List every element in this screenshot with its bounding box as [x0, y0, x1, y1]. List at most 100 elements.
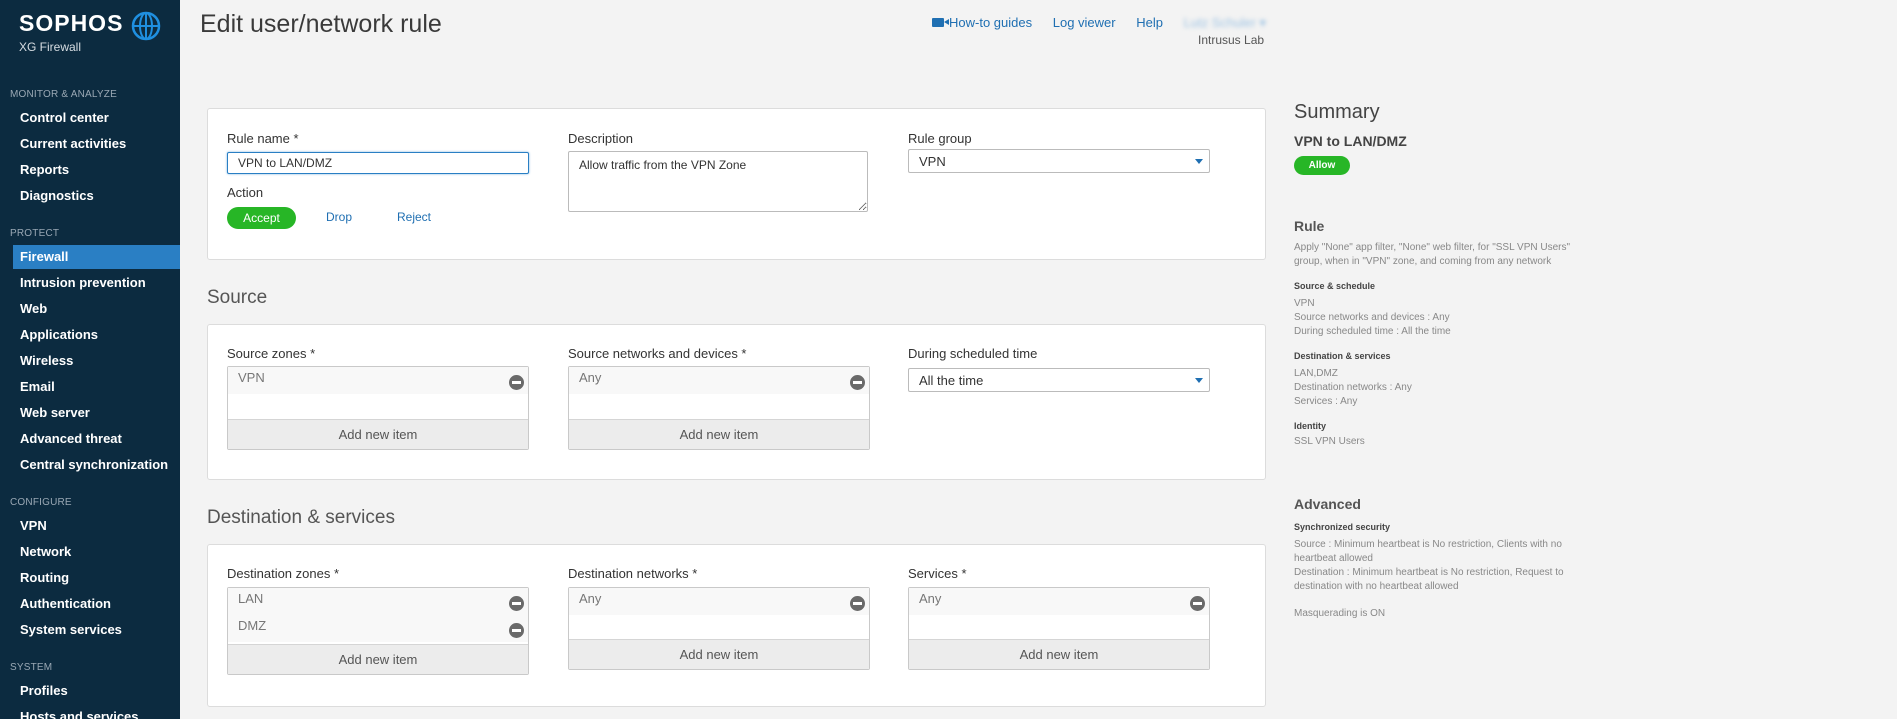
video-icon — [932, 18, 949, 28]
nav-wireless[interactable]: Wireless — [13, 349, 180, 373]
sidebar: SOPHOS XG Firewall MONITOR & ANALYZE Con… — [0, 0, 180, 719]
logo-text: SOPHOS — [19, 10, 124, 36]
add-new-item-button[interactable]: Add new item — [569, 419, 869, 449]
action-label: Action — [227, 185, 264, 200]
destination-networks-list: Any Add new item — [568, 587, 870, 670]
destination-networks-label: Destination networks * — [568, 566, 698, 581]
accept-button[interactable]: Accept — [227, 207, 296, 229]
globe-icon — [131, 11, 161, 41]
drop-button[interactable]: Drop — [326, 210, 352, 224]
summary-identity-line: SSL VPN Users — [1294, 436, 1365, 447]
reject-button[interactable]: Reject — [397, 210, 431, 224]
source-section-title: Source — [207, 287, 268, 308]
remove-icon[interactable] — [509, 375, 524, 390]
list-item: Any — [569, 588, 869, 615]
summary-source-schedule-label: Source & schedule — [1294, 281, 1376, 291]
summary-dest-line: LAN,DMZ — [1294, 368, 1338, 379]
list-item: VPN — [228, 367, 528, 394]
org-name: Intrusus Lab — [1198, 33, 1265, 47]
nav-vpn[interactable]: VPN — [13, 514, 180, 538]
top-links: How-to guides Log viewer Help Lutz Schul… — [932, 15, 1283, 31]
remove-icon[interactable] — [509, 623, 524, 638]
chevron-down-icon — [1195, 378, 1203, 383]
schedule-select[interactable]: All the time — [908, 368, 1210, 392]
nav-section-configure: CONFIGURE — [10, 497, 72, 508]
summary-source-line: Source networks and devices : Any — [1294, 312, 1450, 323]
add-new-item-button[interactable]: Add new item — [228, 419, 528, 449]
description-label: Description — [568, 131, 634, 146]
nav-routing[interactable]: Routing — [13, 566, 180, 590]
rule-group-label: Rule group — [908, 131, 972, 146]
nav-advanced-threat[interactable]: Advanced threat — [13, 427, 180, 451]
destination-section-title: Destination & services — [207, 507, 395, 528]
nav-web-server[interactable]: Web server — [13, 401, 180, 425]
nav-web[interactable]: Web — [13, 297, 180, 321]
add-new-item-button[interactable]: Add new item — [228, 644, 528, 674]
nav-profiles[interactable]: Profiles — [13, 679, 180, 703]
services-list: Any Add new item — [908, 587, 1210, 670]
page-title: Edit user/network rule — [200, 10, 442, 38]
remove-icon[interactable] — [509, 596, 524, 611]
nav-authentication[interactable]: Authentication — [13, 592, 180, 616]
nav-hosts-and-services[interactable]: Hosts and services — [13, 705, 180, 719]
remove-icon[interactable] — [850, 596, 865, 611]
destination-zones-list: LAN DMZ Add new item — [227, 587, 529, 675]
nav-current-activities[interactable]: Current activities — [13, 132, 180, 156]
help-link[interactable]: Help — [1136, 15, 1163, 30]
nav-intrusion-prevention[interactable]: Intrusion prevention — [13, 271, 180, 295]
log-viewer-link[interactable]: Log viewer — [1053, 15, 1116, 30]
remove-icon[interactable] — [1190, 596, 1205, 611]
summary-rule-name: VPN to LAN/DMZ — [1294, 133, 1407, 149]
remove-icon[interactable] — [850, 375, 865, 390]
nav-central-synchronization[interactable]: Central synchronization — [13, 453, 180, 477]
list-item: Any — [569, 367, 869, 394]
source-networks-label: Source networks and devices * — [568, 346, 747, 361]
source-networks-list: Any Add new item — [568, 366, 870, 450]
summary-dest-line: Services : Any — [1294, 396, 1358, 407]
nav-system-services[interactable]: System services — [13, 618, 180, 642]
user-menu[interactable]: Lutz Schuler ▾ — [1184, 15, 1266, 31]
nav-network[interactable]: Network — [13, 540, 180, 564]
rule-group-select[interactable]: VPN — [908, 149, 1210, 173]
summary-title: Summary — [1294, 101, 1380, 123]
services-label: Services * — [908, 566, 967, 581]
summary-source-line: During scheduled time : All the time — [1294, 326, 1451, 337]
add-new-item-button[interactable]: Add new item — [569, 639, 869, 669]
summary-sync-label: Synchronized security — [1294, 522, 1391, 532]
status-badge: Allow — [1294, 156, 1350, 175]
nav-section-system: SYSTEM — [10, 662, 53, 673]
list-item: Any — [909, 588, 1209, 615]
summary-rule-heading: Rule — [1294, 218, 1325, 234]
summary-source-line: VPN — [1294, 298, 1315, 309]
summary-sync-line: Source : Minimum heartbeat is No restric… — [1294, 539, 1562, 564]
summary-sync-line: Destination : Minimum heartbeat is No re… — [1294, 567, 1564, 592]
sophos-logo[interactable]: SOPHOS XG Firewall — [19, 10, 161, 54]
nav-email[interactable]: Email — [13, 375, 180, 399]
schedule-label: During scheduled time — [908, 346, 1038, 361]
rule-name-input[interactable] — [227, 152, 529, 174]
nav-firewall[interactable]: Firewall — [13, 245, 180, 269]
howto-guides-link[interactable]: How-to guides — [932, 15, 1032, 30]
nav-section-monitor: MONITOR & ANALYZE — [10, 89, 117, 100]
chevron-down-icon — [1195, 159, 1203, 164]
nav-applications[interactable]: Applications — [13, 323, 180, 347]
list-item: DMZ — [228, 615, 528, 642]
summary-rule-text: Apply "None" app filter, "None" web filt… — [1294, 242, 1571, 267]
description-textarea[interactable]: Allow traffic from the VPN Zone — [568, 151, 868, 212]
rule-group-value: VPN — [919, 154, 946, 169]
summary-masquerading: Masquerading is ON — [1294, 608, 1386, 619]
source-zones-label: Source zones * — [227, 346, 316, 361]
rule-name-label: Rule name * — [227, 131, 299, 146]
list-item: LAN — [228, 588, 528, 615]
summary-advanced-heading: Advanced — [1294, 496, 1361, 512]
source-zones-list: VPN Add new item — [227, 366, 529, 450]
product-name: XG Firewall — [19, 40, 82, 54]
schedule-value: All the time — [919, 373, 984, 388]
nav-reports[interactable]: Reports — [13, 158, 180, 182]
add-new-item-button[interactable]: Add new item — [909, 639, 1209, 669]
nav-diagnostics[interactable]: Diagnostics — [13, 184, 180, 208]
nav-control-center[interactable]: Control center — [13, 106, 180, 130]
destination-zones-label: Destination zones * — [227, 566, 340, 581]
nav-section-protect: PROTECT — [10, 228, 60, 239]
summary-dest-line: Destination networks : Any — [1294, 382, 1412, 393]
